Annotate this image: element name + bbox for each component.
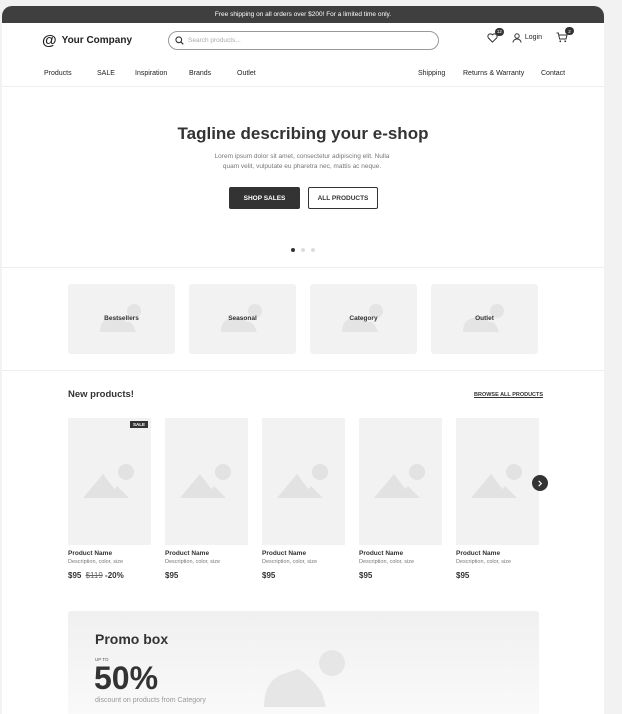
login-button[interactable]: Login [512,32,542,43]
product-price: $95 [262,571,276,580]
image-placeholder-icon [180,464,231,498]
image-placeholder-icon [374,464,425,498]
product-description: Description, color, size [68,559,124,565]
nav-item-returns[interactable]: Returns & Warranty [463,70,524,77]
company-name: Your Company [61,35,133,46]
search-input[interactable] [188,37,418,44]
category-label: Outlet [475,315,494,322]
promo-percent: 50% [94,660,159,696]
carousel-dot[interactable] [311,248,315,252]
hero-subtitle: Lorem ipsum dolor sit amet, consectetur … [214,153,390,170]
product-price: $95 [165,571,179,580]
wishlist-badge: 12 [494,27,504,36]
product-name[interactable]: Product Name [68,550,151,557]
carousel-dot[interactable] [291,248,295,252]
promo-description: discount on products from Category [95,697,206,704]
logo[interactable]: @ Your Company [42,33,132,48]
nav-item-products[interactable]: Products [44,70,72,77]
cart-badge: 2 [565,27,574,35]
product-card[interactable]: Product Name Description, color, size $9… [262,418,345,580]
page-frame: Free shipping on all orders over $200! F… [2,6,604,714]
announcement-text: Free shipping on all orders over $200! F… [214,11,392,18]
chevron-right-icon [538,479,543,487]
category-section: Bestsellers Seasonal Category Outlet [2,269,604,371]
at-logo-icon: @ [42,32,57,49]
section-title: New products! [68,389,134,400]
category-tile-category[interactable]: Category [310,284,417,354]
product-image[interactable] [456,418,539,545]
browse-all-link[interactable]: BROWSE ALL PRODUCTS [474,392,543,398]
search-bar[interactable] [168,31,439,50]
category-tile-outlet[interactable]: Outlet [431,284,538,354]
product-price: $95 [456,571,470,580]
product-name[interactable]: Product Name [165,550,248,557]
image-placeholder-icon [471,464,522,498]
product-name[interactable]: Product Name [262,550,345,557]
nav-item-outlet[interactable]: Outlet [237,70,256,77]
nav-item-brands[interactable]: Brands [189,70,211,77]
carousel-dot[interactable] [301,248,305,252]
product-price: $95 [359,571,373,580]
all-products-button[interactable]: ALL PRODUCTS [308,187,378,209]
product-price-row: $95 $119 -20% [68,571,151,580]
category-label: Seasonal [228,315,257,322]
header-actions: 12 Login 2 [487,27,574,43]
next-products-button[interactable] [532,475,548,491]
shop-sales-button[interactable]: SHOP SALES [229,187,300,209]
product-card[interactable]: SALE Product Name Description, color, si… [68,418,151,580]
nav-item-inspiration[interactable]: Inspiration [135,70,167,77]
image-placeholder-icon [83,464,134,498]
nav-item-sale[interactable]: SALE [97,70,115,77]
nav-item-contact[interactable]: Contact [541,70,565,77]
announcement-bar: Free shipping on all orders over $200! F… [2,6,604,23]
product-description: Description, color, size [359,559,415,565]
nav-item-shipping[interactable]: Shipping [418,70,445,77]
product-image[interactable] [165,418,248,545]
wishlist-button[interactable]: 12 [487,27,504,43]
product-discount: -20% [105,571,124,580]
carousel-dots [291,248,315,252]
category-label: Bestsellers [104,315,139,322]
search-icon [175,36,184,45]
hero-title: Tagline describing your e-shop [177,124,429,143]
main-nav: Products SALE Inspiration Brands Outlet … [2,63,604,87]
product-old-price: $119 [85,571,103,580]
image-placeholder-icon [264,650,345,707]
product-description: Description, color, size [456,559,512,565]
promo-title: Promo box [95,631,169,647]
product-image[interactable]: SALE [68,418,151,545]
sale-badge: SALE [129,421,148,428]
product-card[interactable]: Product Name Description, color, size $9… [165,418,248,580]
category-tile-seasonal[interactable]: Seasonal [189,284,296,354]
product-image[interactable] [359,418,442,545]
product-description: Description, color, size [262,559,318,565]
product-card[interactable]: Product Name Description, color, size $9… [456,418,539,580]
image-placeholder-icon [277,464,328,498]
product-image[interactable] [262,418,345,545]
hero-banner: Tagline describing your e-shop Lorem ips… [2,88,604,268]
product-card[interactable]: Product Name Description, color, size $9… [359,418,442,580]
user-icon [512,32,522,43]
promo-box[interactable]: Promo box UP TO 50% discount on products… [68,611,539,714]
product-price: $95 [68,571,82,580]
category-tile-bestsellers[interactable]: Bestsellers [68,284,175,354]
product-name[interactable]: Product Name [359,550,442,557]
product-description: Description, color, size [165,559,221,565]
category-label: Category [349,315,378,322]
header: @ Your Company 12 Login 2 [2,23,604,63]
login-label: Login [524,34,542,41]
cart-button[interactable]: 2 [556,27,574,43]
product-name[interactable]: Product Name [456,550,539,557]
